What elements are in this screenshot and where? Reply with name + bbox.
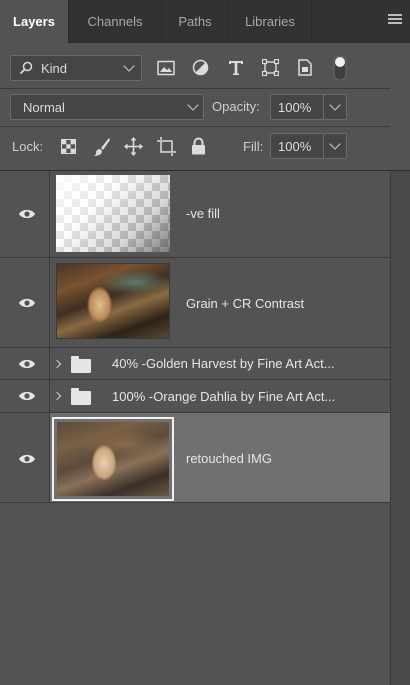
lock-position-icon[interactable] xyxy=(124,137,143,156)
layer-thumbnail xyxy=(56,263,170,339)
visibility-column xyxy=(0,171,50,257)
eye-icon[interactable] xyxy=(18,208,36,220)
fill-input[interactable]: 100% xyxy=(270,133,324,159)
chevron-down-icon xyxy=(123,60,135,72)
layer-row[interactable]: -ve fill xyxy=(0,171,390,258)
opacity-value: 100% xyxy=(278,100,312,115)
layer-group-row[interactable]: 40% -Golden Harvest by Fine Art Act... xyxy=(0,348,390,380)
image-filter-icon[interactable] xyxy=(157,60,175,76)
folder-icon xyxy=(71,388,91,405)
chevron-down-icon xyxy=(329,138,341,150)
tab-paths[interactable]: Paths xyxy=(162,0,228,43)
lock-transparent-pixels-icon[interactable] xyxy=(61,139,76,154)
opacity-slider-button[interactable] xyxy=(323,94,347,120)
visibility-column xyxy=(0,258,50,347)
search-icon xyxy=(19,61,33,75)
lock-artboard-icon[interactable] xyxy=(157,137,176,156)
layer-thumbnail-frame xyxy=(52,417,174,501)
fill-label: Fill: xyxy=(243,139,264,154)
layer-thumbnail xyxy=(57,422,169,496)
layer-group-row[interactable]: 100% -Orange Dahlia by Fine Art Act... xyxy=(0,380,390,413)
opacity-label: Opacity: xyxy=(212,99,260,114)
layer-name: -ve fill xyxy=(186,206,220,221)
layer-name: retouched IMG xyxy=(186,451,272,466)
tab-channels[interactable]: Channels xyxy=(69,0,161,43)
blend-mode-dropdown[interactable]: Normal xyxy=(10,94,204,120)
row-divider xyxy=(0,126,390,127)
tab-divider xyxy=(311,0,312,43)
expand-arrow-icon[interactable] xyxy=(52,391,62,401)
layer-thumbnail xyxy=(56,175,170,252)
tab-libraries[interactable]: Libraries xyxy=(229,0,311,43)
opacity-input[interactable]: 100% xyxy=(270,94,324,120)
filter-toggle-icon[interactable] xyxy=(333,55,347,81)
layer-name: 40% -Golden Harvest by Fine Art Act... xyxy=(112,356,335,371)
panel-tab-bar: Layers Channels Paths Libraries xyxy=(0,0,410,43)
visibility-column xyxy=(0,348,50,379)
fill-value: 100% xyxy=(278,139,312,154)
layer-row-selected[interactable]: retouched IMG xyxy=(0,413,390,503)
expand-arrow-icon[interactable] xyxy=(52,359,62,369)
eye-icon[interactable] xyxy=(18,453,36,465)
adjustment-filter-icon[interactable] xyxy=(192,59,209,76)
lock-image-pixels-icon[interactable] xyxy=(93,137,111,157)
eye-icon[interactable] xyxy=(18,297,36,309)
filter-kind-label: Kind xyxy=(41,61,68,76)
type-filter-icon[interactable] xyxy=(228,60,244,76)
folder-icon xyxy=(71,356,91,373)
eye-icon[interactable] xyxy=(18,390,36,402)
eye-icon[interactable] xyxy=(18,358,36,370)
chevron-down-icon xyxy=(329,99,341,111)
row-divider xyxy=(0,88,390,89)
smart-object-filter-icon[interactable] xyxy=(297,59,313,76)
filter-kind-dropdown[interactable]: Kind xyxy=(10,55,142,81)
layers-list: -ve fill Grain + CR Contrast 40% -Golden… xyxy=(0,171,390,685)
tab-layers[interactable]: Layers xyxy=(0,0,68,43)
lock-all-icon[interactable] xyxy=(191,137,206,155)
panel-menu-icon[interactable] xyxy=(388,14,402,28)
layer-name: 100% -Orange Dahlia by Fine Art Act... xyxy=(112,389,336,404)
fill-slider-button[interactable] xyxy=(323,133,347,159)
visibility-column xyxy=(0,380,50,412)
layer-name: Grain + CR Contrast xyxy=(186,296,305,311)
chevron-down-icon xyxy=(187,99,199,111)
layer-row[interactable]: Grain + CR Contrast xyxy=(0,258,390,348)
blend-mode-value: Normal xyxy=(23,100,65,115)
layers-scrollbar[interactable] xyxy=(390,171,410,685)
visibility-column xyxy=(0,413,50,502)
lock-label: Lock: xyxy=(12,139,44,154)
shape-filter-icon[interactable] xyxy=(262,59,279,76)
